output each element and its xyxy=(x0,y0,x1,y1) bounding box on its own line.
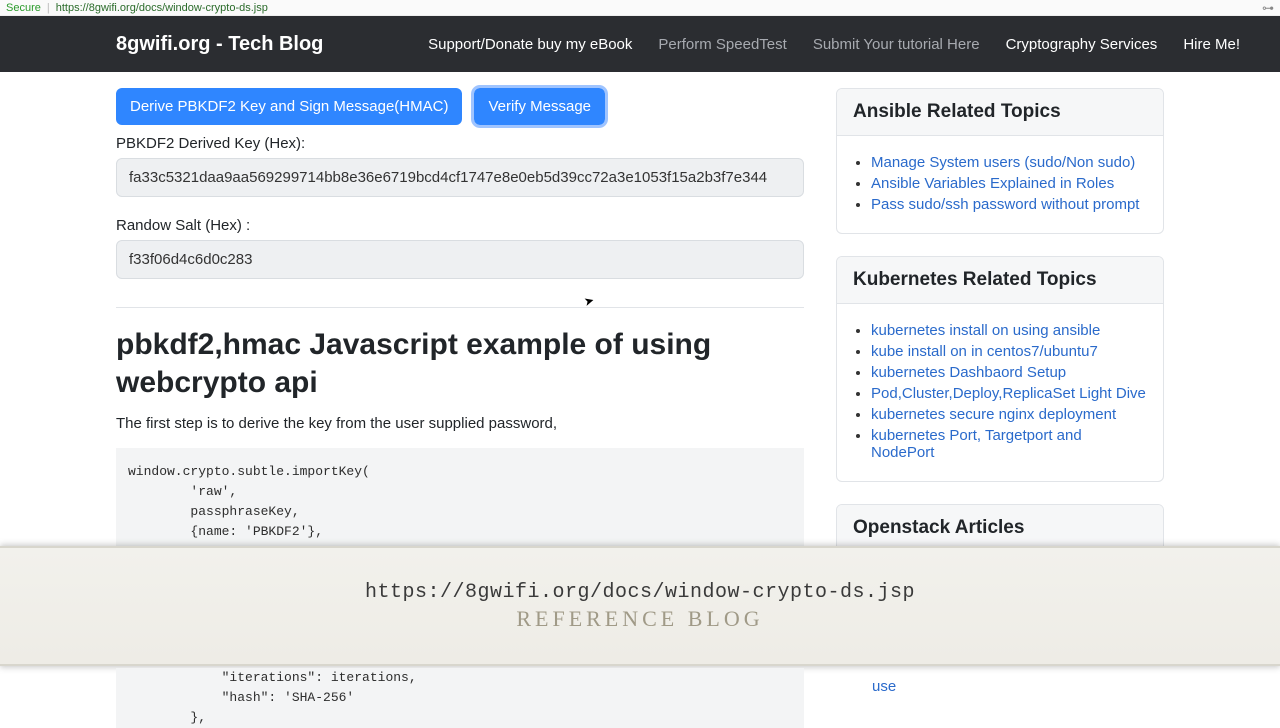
list-item[interactable]: kubernetes install on using ansible xyxy=(871,322,1147,339)
nav-link-hire[interactable]: Hire Me! xyxy=(1183,36,1240,53)
top-nav: 8gwifi.org - Tech Blog Support/Donate bu… xyxy=(0,16,1280,72)
nav-link-submit[interactable]: Submit Your tutorial Here xyxy=(813,36,980,53)
nav-link-support[interactable]: Support/Donate buy my eBook xyxy=(428,36,632,53)
card-k8s-title: Kubernetes Related Topics xyxy=(837,257,1163,304)
salt-label: Randow Salt (Hex) : xyxy=(116,217,804,234)
card-ansible: Ansible Related Topics Manage System use… xyxy=(836,88,1164,234)
site-brand[interactable]: 8gwifi.org - Tech Blog xyxy=(116,33,323,56)
derived-key-field[interactable]: fa33c5321daa9aa569299714bb8e36e6719bcd4c… xyxy=(116,158,804,197)
list-item[interactable]: Ansible Variables Explained in Roles xyxy=(871,175,1147,192)
browser-address-bar: Secure | https://8gwifi.org/docs/window-… xyxy=(0,0,1280,16)
nav-link-crypto[interactable]: Cryptography Services xyxy=(1006,36,1158,53)
card-openstack-title: Openstack Articles xyxy=(837,505,1163,552)
list-item[interactable]: Pod,Cluster,Deploy,ReplicaSet Light Dive xyxy=(871,385,1147,402)
overlay-url: https://8gwifi.org/docs/window-crypto-ds… xyxy=(365,581,915,604)
list-item[interactable]: kubernetes secure nginx deployment xyxy=(871,406,1147,423)
main-column: Derive PBKDF2 Key and Sign Message(HMAC)… xyxy=(116,88,804,605)
list-item[interactable]: Pass sudo/ssh password without prompt xyxy=(871,196,1147,213)
salt-field[interactable]: f33f06d4c6d0c283 xyxy=(116,240,804,279)
overlay-subtitle: Reference BLOG xyxy=(516,606,763,632)
list-item[interactable]: kubernetes Dashbaord Setup xyxy=(871,364,1147,381)
secure-indicator: Secure xyxy=(6,2,41,14)
card-kubernetes: Kubernetes Related Topics kubernetes ins… xyxy=(836,256,1164,482)
article-lead: The first step is to derive the key from… xyxy=(116,415,804,432)
button-row: Derive PBKDF2 Key and Sign Message(HMAC)… xyxy=(116,88,804,125)
list-item[interactable]: kube install on in centos7/ubuntu7 xyxy=(871,343,1147,360)
verify-message-button[interactable]: Verify Message xyxy=(474,88,605,125)
list-item[interactable]: kubernetes Port, Targetport and NodePort xyxy=(871,427,1147,461)
page-body: Derive PBKDF2 Key and Sign Message(HMAC)… xyxy=(0,72,1280,605)
derive-key-button[interactable]: Derive PBKDF2 Key and Sign Message(HMAC) xyxy=(116,88,462,125)
key-icon: ⊶ xyxy=(1262,1,1274,15)
code-block-continued: "iterations": iterations, "hash": 'SHA-2… xyxy=(116,668,804,728)
address-url[interactable]: https://8gwifi.org/docs/window-crypto-ds… xyxy=(56,2,268,14)
list-item[interactable]: Manage System users (sudo/Non sudo) xyxy=(871,154,1147,171)
reference-overlay: https://8gwifi.org/docs/window-crypto-ds… xyxy=(0,546,1280,666)
divider xyxy=(116,307,804,308)
derived-key-label: PBKDF2 Derived Key (Hex): xyxy=(116,135,804,152)
sidebar: Ansible Related Topics Manage System use… xyxy=(836,88,1164,605)
list-item[interactable]: use xyxy=(836,678,1164,695)
nav-link-speedtest[interactable]: Perform SpeedTest xyxy=(658,36,786,53)
card-ansible-title: Ansible Related Topics xyxy=(837,89,1163,136)
nav-links: Support/Donate buy my eBook Perform Spee… xyxy=(428,36,1240,53)
address-separator: | xyxy=(47,2,50,14)
sidebar-peek: use xyxy=(836,678,1164,695)
article-title: pbkdf2,hmac Javascript example of using … xyxy=(116,326,804,401)
